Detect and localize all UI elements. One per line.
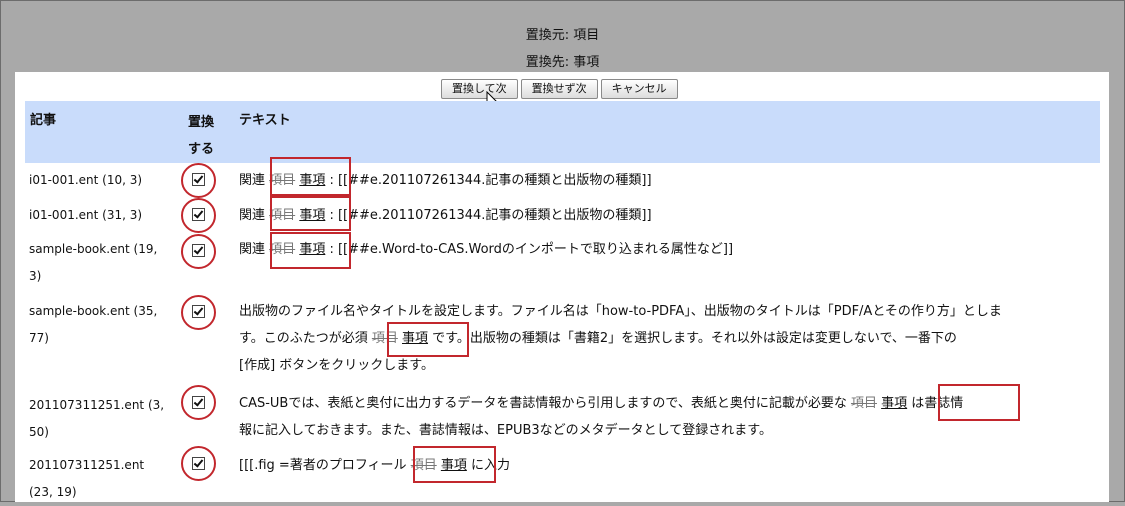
column-header-article: 記事 (30, 113, 57, 128)
highlight-box (387, 322, 469, 357)
replace-checkbox[interactable] (192, 396, 205, 409)
article-cell: sample-book.ent (19, 3) (29, 242, 158, 283)
highlight-box (270, 232, 351, 269)
replace-checkbox[interactable] (192, 208, 205, 221)
replace-checkbox[interactable] (192, 173, 205, 186)
highlight-box (270, 196, 351, 231)
article-cell: sample-book.ent (35, 77) (29, 304, 158, 345)
highlight-box (938, 384, 1020, 421)
text-cell: 関連 項目 事項 : [[##e.201107261344.記事の種類と出版物の… (239, 173, 652, 188)
replace-next-button[interactable]: 置換して次 (441, 79, 518, 99)
article-cell: 201107311251.ent (23, 19) (29, 458, 145, 499)
column-header-text: テキスト (239, 113, 291, 128)
replace-checkbox[interactable] (192, 457, 205, 470)
target-label: 置換先: 事項 (525, 55, 600, 70)
text-cell: 関連 項目 事項 : [[##e.Word-to-CAS.Wordのインポートで… (239, 242, 734, 257)
article-cell: 201107311251.ent (3, 50) (29, 398, 165, 439)
text-cell: 関連 項目 事項 : [[##e.201107261344.記事の種類と出版物の… (239, 208, 652, 223)
cancel-button[interactable]: キャンセル (600, 79, 678, 99)
button-row: 置換して次 置換せず次 キャンセル (441, 79, 678, 99)
column-header-replace: 置換 する (188, 115, 215, 157)
highlight-box (270, 157, 351, 196)
source-label: 置換元: 項目 (525, 28, 600, 43)
replace-checkbox[interactable] (192, 244, 205, 257)
article-cell: i01-001.ent (31, 3) (29, 208, 143, 222)
text-cell: 出版物のファイル名やタイトルを設定します。ファイル名は「how-to-PDFA」… (239, 304, 1002, 373)
highlight-box (413, 446, 496, 483)
article-cell: i01-001.ent (10, 3) (29, 173, 143, 187)
skip-next-button[interactable]: 置換せず次 (520, 79, 598, 99)
table-header (25, 101, 1100, 163)
text-cell: [[[.fig =著者のプロフィール 項目 事項 に入力 (239, 458, 511, 473)
replace-checkbox[interactable] (192, 305, 205, 318)
